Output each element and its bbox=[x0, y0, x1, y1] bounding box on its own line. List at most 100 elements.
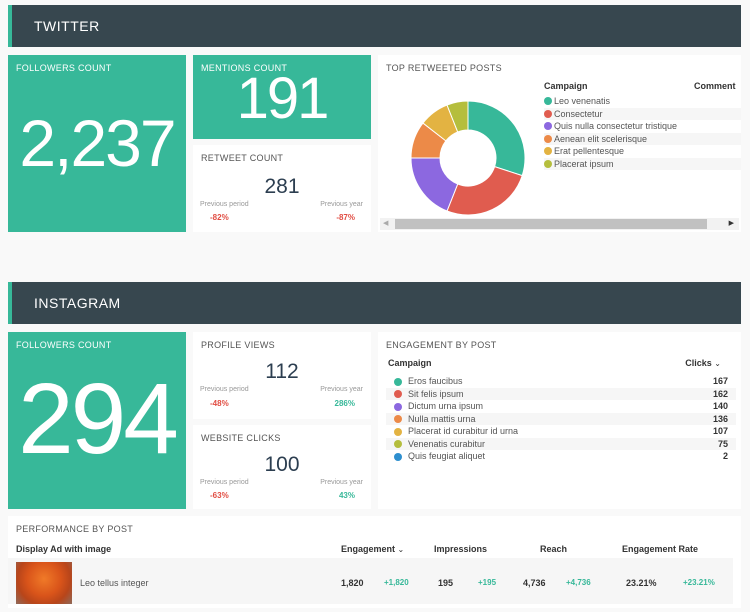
prev-period-label: Previous period bbox=[200, 201, 249, 208]
row-dot-icon bbox=[394, 390, 402, 398]
scroll-right-icon[interactable]: ▶ bbox=[729, 219, 734, 227]
col-clicks-sort[interactable]: Clicks ⌄ bbox=[685, 358, 721, 368]
row-value: 162 bbox=[712, 388, 728, 399]
row-label: Venenatis curabitur bbox=[408, 438, 486, 449]
legend-label: Erat pellentesque bbox=[554, 146, 625, 157]
col-ad: Display Ad with image bbox=[16, 544, 112, 554]
twitter-followers-card: FOLLOWERS COUNT 2,237 bbox=[8, 55, 186, 232]
row-label: Sit felis ipsum bbox=[408, 388, 464, 399]
engagement-by-post-card: ENGAGEMENT BY POST Campaign Clicks ⌄ Ero… bbox=[378, 332, 741, 509]
twitter-mentions-card: MENTIONS COUNT 191 bbox=[193, 55, 371, 139]
card-title: WEBSITE CLICKS bbox=[201, 433, 281, 443]
card-title: FOLLOWERS COUNT bbox=[16, 340, 112, 350]
prev-year-value: 286% bbox=[334, 399, 355, 408]
legend-dot-icon bbox=[544, 109, 552, 118]
col-engagement-label: Engagement bbox=[341, 544, 396, 554]
table-row[interactable]: Venenatis curabitur 75 bbox=[386, 437, 736, 450]
row-dot-icon bbox=[394, 452, 402, 461]
row-value: 167 bbox=[712, 376, 728, 386]
twitter-header-title: TWITTER bbox=[34, 18, 100, 34]
twitter-retweets-card: RETWEET COUNT 281 Previous period -82% P… bbox=[193, 145, 371, 232]
followers-value: 294 bbox=[18, 363, 179, 475]
row-dot-icon bbox=[394, 427, 402, 436]
card-title: PERFORMANCE BY POST bbox=[16, 524, 134, 534]
prev-period-value: -63% bbox=[210, 491, 229, 500]
prev-year-label: Previous year bbox=[320, 201, 363, 208]
mentions-value: 191 bbox=[236, 66, 330, 131]
row-value: 75 bbox=[717, 438, 728, 449]
prev-year-value: -87% bbox=[336, 213, 355, 222]
engagement-value: 1,820 bbox=[341, 578, 364, 588]
prev-year-value: 43% bbox=[338, 491, 355, 500]
table-row[interactable]: Leo tellus integer 1,820 +1,820 195 +195… bbox=[8, 558, 733, 604]
table-row[interactable]: Dictum urna ipsum 140 bbox=[386, 400, 736, 413]
legend-item[interactable]: Leo venenatis bbox=[544, 95, 741, 108]
legend-item[interactable]: Consectetur bbox=[544, 107, 741, 120]
legend-dot-icon bbox=[544, 97, 552, 106]
performance-by-post-card: PERFORMANCE BY POST Display Ad with imag… bbox=[8, 516, 741, 608]
donut-slice[interactable] bbox=[410, 157, 459, 212]
row-label: Quis feugiat aliquet bbox=[408, 451, 486, 461]
website-clicks-card: WEBSITE CLICKS 100 Previous period -63% … bbox=[193, 425, 371, 509]
legend-item[interactable]: Erat pellentesque bbox=[544, 145, 741, 158]
prev-year-label: Previous year bbox=[320, 386, 363, 393]
card-title: FOLLOWERS COUNT bbox=[16, 63, 112, 73]
profile-views-value: 112 bbox=[265, 360, 299, 383]
table-row[interactable]: Sit felis ipsum 162 bbox=[386, 387, 736, 400]
profile-views-card: PROFILE VIEWS 112 Previous period -48% P… bbox=[193, 332, 371, 419]
prev-period-value: -82% bbox=[210, 213, 229, 222]
col-engagement-rate: Engagement Rate bbox=[622, 544, 699, 554]
card-title: TOP RETWEETED POSTS bbox=[386, 63, 502, 73]
row-label: Placerat id curabitur id urna bbox=[408, 426, 519, 436]
row-value: 107 bbox=[712, 426, 728, 436]
chevron-down-icon: ⌄ bbox=[397, 545, 405, 554]
card-title: ENGAGEMENT BY POST bbox=[386, 340, 497, 350]
legend: Leo venenatis Consectetur Quis nulla conse… bbox=[544, 95, 741, 175]
prev-year-label: Previous year bbox=[320, 479, 363, 486]
legend-label: Aenean elit scelerisque bbox=[554, 133, 648, 144]
horizontal-scrollbar[interactable]: ◀ ▶ bbox=[380, 218, 739, 230]
legend-label: Placerat ipsum bbox=[554, 158, 614, 169]
legend-dot-icon bbox=[544, 122, 552, 131]
row-label: Eros faucibus bbox=[408, 376, 463, 386]
table-row[interactable]: Nulla mattis urna 136 bbox=[386, 412, 736, 425]
instagram-section-header: INSTAGRAM bbox=[8, 282, 741, 324]
card-title: PROFILE VIEWS bbox=[201, 340, 275, 350]
table-row[interactable]: Placerat id curabitur id urna 107 bbox=[386, 425, 736, 438]
row-label: Nulla mattis urna bbox=[408, 413, 476, 424]
col-impressions: Impressions bbox=[434, 544, 488, 554]
row-dot-icon bbox=[394, 377, 402, 386]
donut-chart bbox=[410, 100, 526, 216]
col-engagement-sort[interactable]: Engagement ⌄ bbox=[341, 544, 404, 554]
engagement-delta: +1,820 bbox=[384, 578, 409, 587]
legend-item[interactable]: Quis nulla consectetur tristique bbox=[544, 120, 741, 133]
row-value: 140 bbox=[712, 401, 728, 411]
col-comment: Comment bbox=[694, 81, 736, 91]
rate-value: 23.21% bbox=[626, 578, 657, 588]
legend-item[interactable]: Aenean elit scelerisque bbox=[544, 132, 741, 145]
table-row[interactable]: Eros faucibus 167 bbox=[386, 375, 736, 388]
instagram-followers-card: FOLLOWERS COUNT 294 bbox=[8, 332, 186, 509]
prev-period-label: Previous period bbox=[200, 386, 249, 393]
legend-item[interactable]: Placerat ipsum bbox=[544, 157, 741, 170]
donut-slice[interactable] bbox=[467, 100, 526, 177]
website-clicks-value: 100 bbox=[264, 453, 300, 476]
col-clicks-label: Clicks bbox=[685, 358, 712, 368]
scroll-left-icon[interactable]: ◀ bbox=[383, 219, 388, 227]
retweets-value: 281 bbox=[264, 175, 300, 198]
reach-delta: +4,736 bbox=[566, 578, 591, 587]
table-row[interactable]: Quis feugiat aliquet 2 bbox=[386, 450, 736, 463]
legend-label: Quis nulla consectetur tristique bbox=[554, 121, 678, 132]
legend-dot-icon bbox=[544, 134, 552, 143]
donut-slice[interactable] bbox=[446, 166, 523, 216]
row-dot-icon bbox=[394, 440, 402, 448]
scrollbar-thumb[interactable] bbox=[395, 219, 707, 229]
prev-period-value: -48% bbox=[210, 399, 229, 408]
ad-name: Leo tellus integer bbox=[80, 578, 149, 588]
followers-value: 2,237 bbox=[19, 106, 176, 180]
row-value: 136 bbox=[712, 413, 728, 424]
row-value: 2 bbox=[722, 451, 728, 461]
reach-value: 4,736 bbox=[523, 578, 546, 588]
row-dot-icon bbox=[394, 415, 402, 423]
card-title: RETWEET COUNT bbox=[201, 153, 284, 163]
